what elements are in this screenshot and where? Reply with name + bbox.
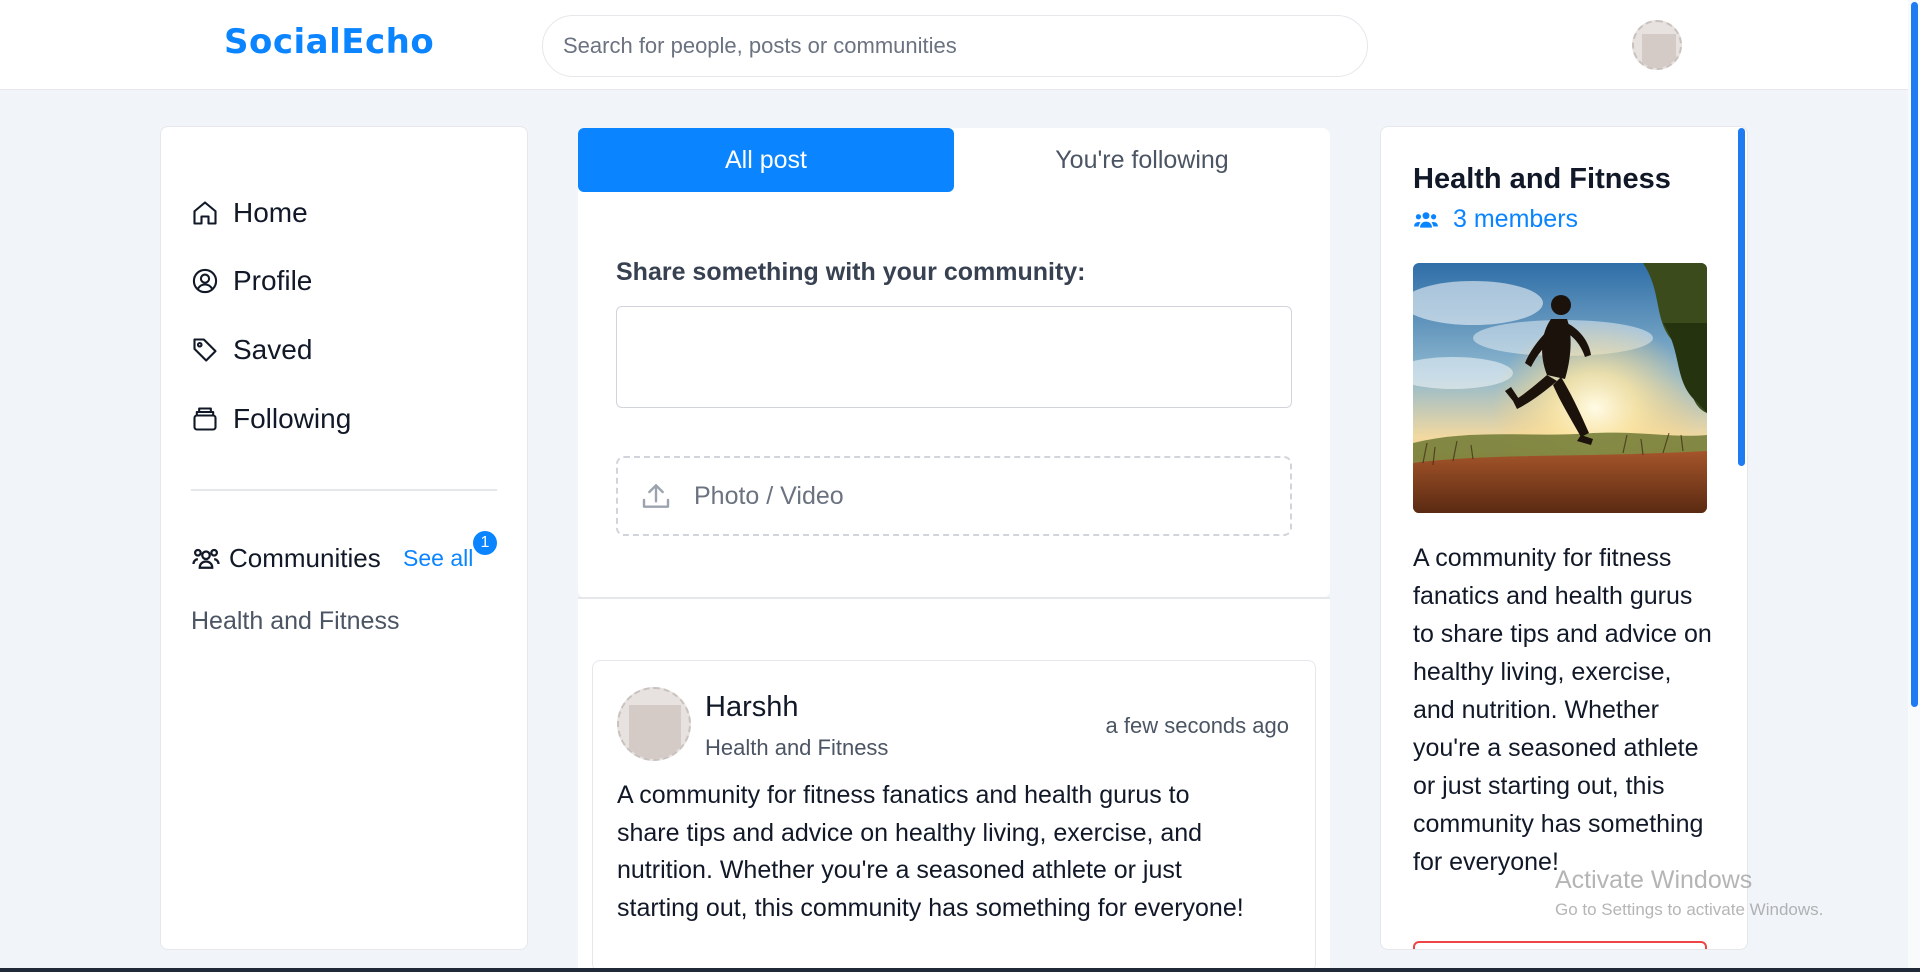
upload-icon [642,484,670,508]
profile-icon [192,268,218,294]
user-avatar[interactable] [1632,20,1682,70]
community-banner-image [1413,263,1707,513]
photo-video-upload[interactable]: Photo / Video [616,456,1292,536]
post-body-text: A community for fitness fanatics and hea… [617,781,1244,922]
search-input[interactable] [542,15,1368,77]
avatar-placeholder-icon [629,705,681,759]
post-content-input[interactable] [616,306,1292,408]
watermark-title: Activate Windows [1555,866,1753,894]
sidebar-item-label: Home [233,197,308,228]
post-author-avatar[interactable] [617,687,691,761]
users-icon [192,548,220,569]
home-icon [193,201,217,225]
upload-label: Photo / Video [694,481,844,510]
page-scrollbar[interactable] [1908,0,1920,972]
following-icon [193,407,217,431]
community-title: Health and Fitness [1413,163,1671,195]
sidebar-item-following[interactable]: Following [191,399,351,439]
sidebar-item-saved[interactable]: Saved [191,330,312,370]
avatar-placeholder-icon [1642,34,1676,68]
sidebar-item-label: Saved [233,334,313,365]
community-panel: Health and Fitness 3 members A community… [1380,126,1748,950]
tab-all-post[interactable]: All post [578,128,954,192]
sidebar-item-label: Profile [233,265,313,296]
feed-composer: All post You're following Share somethin… [578,128,1330,598]
sidebar-divider [191,489,497,491]
runner-at-sunset-image [1413,263,1707,513]
community-action-button[interactable] [1413,941,1707,949]
post-author-name[interactable]: Harshh [705,691,799,724]
page-scrollbar-thumb[interactable] [1911,2,1918,707]
community-panel-scrollbar[interactable] [1738,128,1745,466]
community-members-link[interactable]: 3 members [1413,205,1578,234]
sidebar-item-label: Following [233,403,352,434]
members-count: 3 members [1453,205,1579,233]
post-card: Harshh Health and Fitness a few seconds … [592,660,1316,972]
share-label: Share something with your community: [616,258,1086,286]
window-bottom-edge [0,968,1920,972]
see-all-link[interactable]: See all [403,545,473,572]
app-logo[interactable]: SocialEcho [224,22,434,62]
communities-heading: Communities [191,543,381,574]
sidebar-community-item[interactable]: Health and Fitness [191,607,399,636]
sidebar-item-home[interactable]: Home [191,193,308,233]
tab-following[interactable]: You're following [954,128,1330,192]
tag-icon [193,338,217,362]
community-description: A community for fitness fanatics and hea… [1413,544,1712,876]
post-community-name[interactable]: Health and Fitness [705,735,888,761]
watermark-subtitle: Go to Settings to activate Windows. [1555,900,1824,919]
members-icon [1414,211,1438,228]
communities-count-badge: 1 [473,531,497,555]
communities-label: Communities [229,543,381,573]
sidebar-item-profile[interactable]: Profile [191,261,312,301]
left-sidebar: Home Profile Saved Following Communities… [160,126,528,950]
post-timestamp: a few seconds ago [1105,713,1289,738]
top-header: SocialEcho [0,0,1920,90]
